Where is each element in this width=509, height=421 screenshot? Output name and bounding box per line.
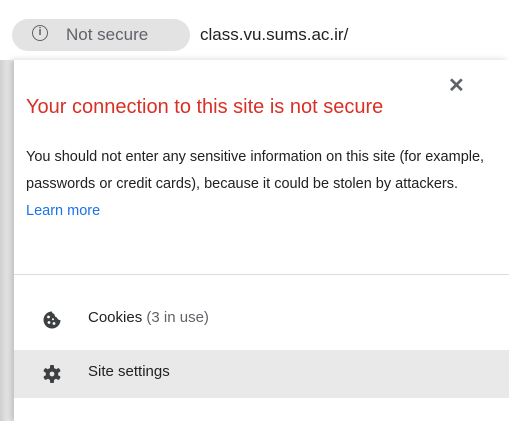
divider — [14, 274, 509, 275]
security-headline: Your connection to this site is not secu… — [26, 96, 384, 118]
url-text[interactable]: class.vu.sums.ac.ir/ — [200, 25, 348, 45]
cookies-row[interactable]: Cookies (3 in use) — [14, 296, 509, 344]
gear-icon — [43, 365, 61, 383]
cookies-label: Cookies (3 in use) — [88, 309, 209, 326]
cookie-icon — [43, 311, 61, 329]
info-icon: i — [32, 25, 48, 41]
security-status-label: Not secure — [66, 25, 149, 44]
cookies-count: (3 in use) — [146, 309, 209, 326]
close-icon[interactable]: ✕ — [448, 76, 465, 96]
page-info-popup: ✕ Your connection to this site is not se… — [14, 60, 509, 421]
security-description-text: You should not enter any sensitive infor… — [26, 149, 485, 192]
site-info-chip[interactable]: i Not secure — [12, 19, 190, 51]
learn-more-link[interactable]: Learn more — [26, 203, 100, 219]
site-settings-label: Site settings — [88, 363, 170, 380]
browser-window: i Not secure class.vu.sums.ac.ir/ ✕ Your… — [0, 0, 509, 421]
security-description: You should not enter any sensitive infor… — [26, 144, 496, 225]
site-settings-row[interactable]: Site settings — [14, 350, 509, 398]
cookies-label-text: Cookies — [88, 309, 143, 326]
address-bar: i Not secure class.vu.sums.ac.ir/ — [0, 0, 509, 60]
